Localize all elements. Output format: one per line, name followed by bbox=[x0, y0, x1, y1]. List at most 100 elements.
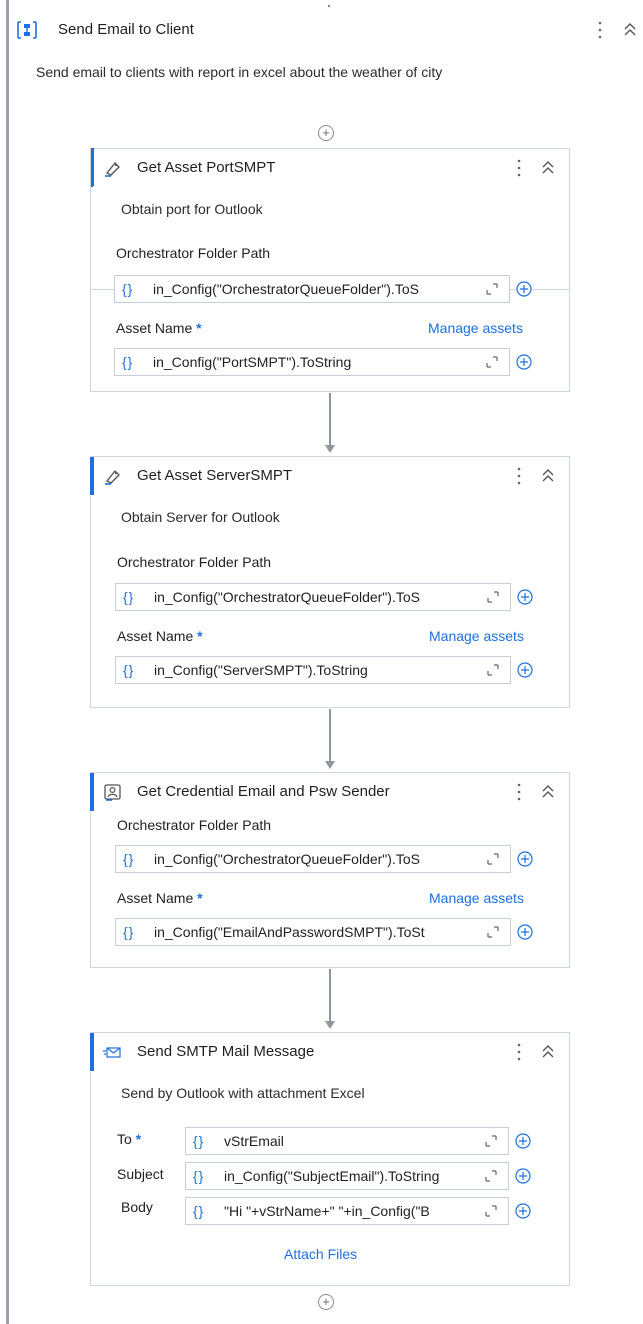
expand-editor-icon[interactable] bbox=[486, 663, 500, 677]
attach-files-link[interactable]: Attach Files bbox=[284, 1246, 357, 1262]
activity-description: Send by Outlook with attachment Excel bbox=[121, 1085, 365, 1101]
flow-connector bbox=[329, 709, 331, 761]
folder-path-value: in_Config("OrchestratorQueueFolder").ToS bbox=[154, 851, 420, 867]
expand-editor-icon[interactable] bbox=[484, 1134, 498, 1148]
activity-title: Send SMTP Mail Message bbox=[137, 1043, 315, 1060]
sequence-header[interactable]: Send Email to Client bbox=[16, 12, 643, 48]
more-options-icon[interactable] bbox=[515, 1041, 523, 1063]
flow-arrow-icon bbox=[325, 445, 335, 453]
add-variable-icon[interactable] bbox=[517, 924, 533, 940]
sequence-title: Send Email to Client bbox=[58, 21, 194, 38]
mail-icon bbox=[103, 1047, 121, 1058]
collapse-icon[interactable] bbox=[540, 467, 556, 485]
expand-editor-icon[interactable] bbox=[486, 925, 500, 939]
body-value: "Hi "+vStrName+" "+in_Config("B bbox=[224, 1203, 430, 1219]
add-variable-icon[interactable] bbox=[515, 1168, 531, 1184]
subject-value: in_Config("SubjectEmail").ToString bbox=[224, 1168, 440, 1184]
folder-path-input[interactable]: {} in_Config("OrchestratorQueueFolder").… bbox=[114, 275, 510, 303]
asset-name-label: Asset Name * bbox=[117, 890, 203, 906]
folder-path-input[interactable]: {} in_Config("OrchestratorQueueFolder").… bbox=[115, 583, 511, 611]
folder-path-input[interactable]: {} in_Config("OrchestratorQueueFolder").… bbox=[115, 845, 511, 873]
add-variable-icon[interactable] bbox=[517, 851, 533, 867]
flow-arrow-icon bbox=[325, 761, 335, 769]
collapse-icon[interactable] bbox=[540, 783, 556, 801]
left-scroll-rail bbox=[6, 0, 9, 1324]
expression-icon: {} bbox=[123, 662, 135, 678]
card-accent-bar bbox=[91, 148, 94, 186]
add-activity-top-icon[interactable]: + bbox=[318, 125, 334, 141]
sequence-icon bbox=[17, 21, 37, 39]
body-input[interactable]: {} "Hi "+vStrName+" "+in_Config("B bbox=[185, 1197, 509, 1225]
manage-assets-link[interactable]: Manage assets bbox=[429, 890, 524, 906]
activity-title: Get Credential Email and Psw Sender bbox=[137, 783, 390, 800]
add-variable-icon[interactable] bbox=[517, 662, 533, 678]
activity-header[interactable]: Get Credential Email and Psw Sender bbox=[90, 773, 569, 811]
to-input[interactable]: {} vStrEmail bbox=[185, 1127, 509, 1155]
body-label: Body bbox=[121, 1199, 153, 1215]
to-value: vStrEmail bbox=[224, 1133, 284, 1149]
expand-editor-icon[interactable] bbox=[486, 590, 500, 604]
expression-icon: {} bbox=[122, 354, 134, 370]
add-variable-icon[interactable] bbox=[515, 1203, 531, 1219]
activity-card-send-smtp-mail[interactable]: Send SMTP Mail Message Send by Outlook w… bbox=[90, 1032, 570, 1286]
manage-assets-link[interactable]: Manage assets bbox=[428, 320, 523, 336]
sequence-description: Send email to clients with report in exc… bbox=[36, 64, 443, 80]
flow-connector bbox=[329, 969, 331, 1021]
activity-title: Get Asset PortSMPT bbox=[137, 159, 276, 176]
asset-name-input[interactable]: {} in_Config("EmailAndPasswordSMPT").ToS… bbox=[115, 918, 511, 946]
add-variable-icon[interactable] bbox=[516, 354, 532, 370]
asset-name-value: in_Config("PortSMPT").ToString bbox=[153, 354, 352, 370]
to-label: To * bbox=[117, 1131, 142, 1147]
expression-icon: {} bbox=[123, 924, 135, 940]
card-accent-bar bbox=[91, 457, 94, 495]
collapse-icon[interactable] bbox=[622, 20, 638, 40]
expand-editor-icon[interactable] bbox=[485, 282, 499, 296]
asset-icon bbox=[105, 469, 120, 485]
more-options-icon[interactable] bbox=[515, 465, 523, 487]
more-options-icon[interactable] bbox=[515, 781, 523, 803]
expand-editor-icon[interactable] bbox=[484, 1169, 498, 1183]
asset-name-value: in_Config("EmailAndPasswordSMPT").ToSt bbox=[154, 924, 425, 940]
expand-editor-icon[interactable] bbox=[485, 355, 499, 369]
expression-icon: {} bbox=[122, 281, 134, 297]
folder-path-label: Orchestrator Folder Path bbox=[116, 245, 271, 261]
asset-name-label: Asset Name * bbox=[116, 320, 202, 336]
expression-icon: {} bbox=[193, 1203, 205, 1219]
add-variable-icon[interactable] bbox=[516, 281, 532, 297]
add-variable-icon[interactable] bbox=[517, 589, 533, 605]
activity-card-get-asset-serversmpt[interactable]: Get Asset ServerSMPT Obtain Server for O… bbox=[90, 456, 570, 708]
expression-icon: {} bbox=[123, 589, 135, 605]
activity-card-get-credential[interactable]: Get Credential Email and Psw Sender Orch… bbox=[90, 772, 570, 968]
collapse-icon[interactable] bbox=[540, 159, 556, 177]
manage-assets-link[interactable]: Manage assets bbox=[429, 628, 524, 644]
asset-name-input[interactable]: {} in_Config("PortSMPT").ToString bbox=[114, 348, 510, 376]
expand-editor-icon[interactable] bbox=[486, 852, 500, 866]
activity-description: Obtain Server for Outlook bbox=[121, 509, 280, 525]
folder-path-label: Orchestrator Folder Path bbox=[117, 554, 272, 570]
folder-path-value: in_Config("OrchestratorQueueFolder").ToS bbox=[154, 589, 420, 605]
activity-header[interactable]: Send SMTP Mail Message bbox=[90, 1033, 569, 1071]
subject-input[interactable]: {} in_Config("SubjectEmail").ToString bbox=[185, 1162, 509, 1190]
asset-icon bbox=[105, 161, 120, 177]
activity-header[interactable]: Get Asset ServerSMPT bbox=[90, 457, 569, 495]
flow-arrow-icon bbox=[325, 1021, 335, 1029]
activity-header[interactable]: Get Asset PortSMPT bbox=[90, 149, 569, 187]
activity-description: Obtain port for Outlook bbox=[121, 201, 263, 217]
activity-card-get-asset-portsmpt[interactable]: Get Asset PortSMPT Obtain port for Outlo… bbox=[90, 148, 570, 290]
asset-name-input[interactable]: {} in_Config("ServerSMPT").ToString bbox=[115, 656, 511, 684]
add-variable-icon[interactable] bbox=[515, 1133, 531, 1149]
credential-icon bbox=[104, 784, 121, 801]
more-options-icon[interactable] bbox=[596, 18, 604, 42]
subject-label: Subject bbox=[117, 1166, 164, 1182]
add-activity-bottom-icon[interactable]: + bbox=[318, 1294, 334, 1310]
more-options-icon[interactable] bbox=[515, 157, 523, 179]
expression-icon: {} bbox=[193, 1133, 205, 1149]
flow-connector bbox=[329, 393, 331, 445]
asset-name-label: Asset Name * bbox=[117, 628, 203, 644]
activity-title: Get Asset ServerSMPT bbox=[137, 467, 293, 484]
card-accent-bar bbox=[91, 773, 94, 811]
asset-name-value: in_Config("ServerSMPT").ToString bbox=[154, 662, 368, 678]
collapse-icon[interactable] bbox=[540, 1043, 556, 1061]
expand-editor-icon[interactable] bbox=[484, 1204, 498, 1218]
top-marker bbox=[328, 5, 330, 7]
